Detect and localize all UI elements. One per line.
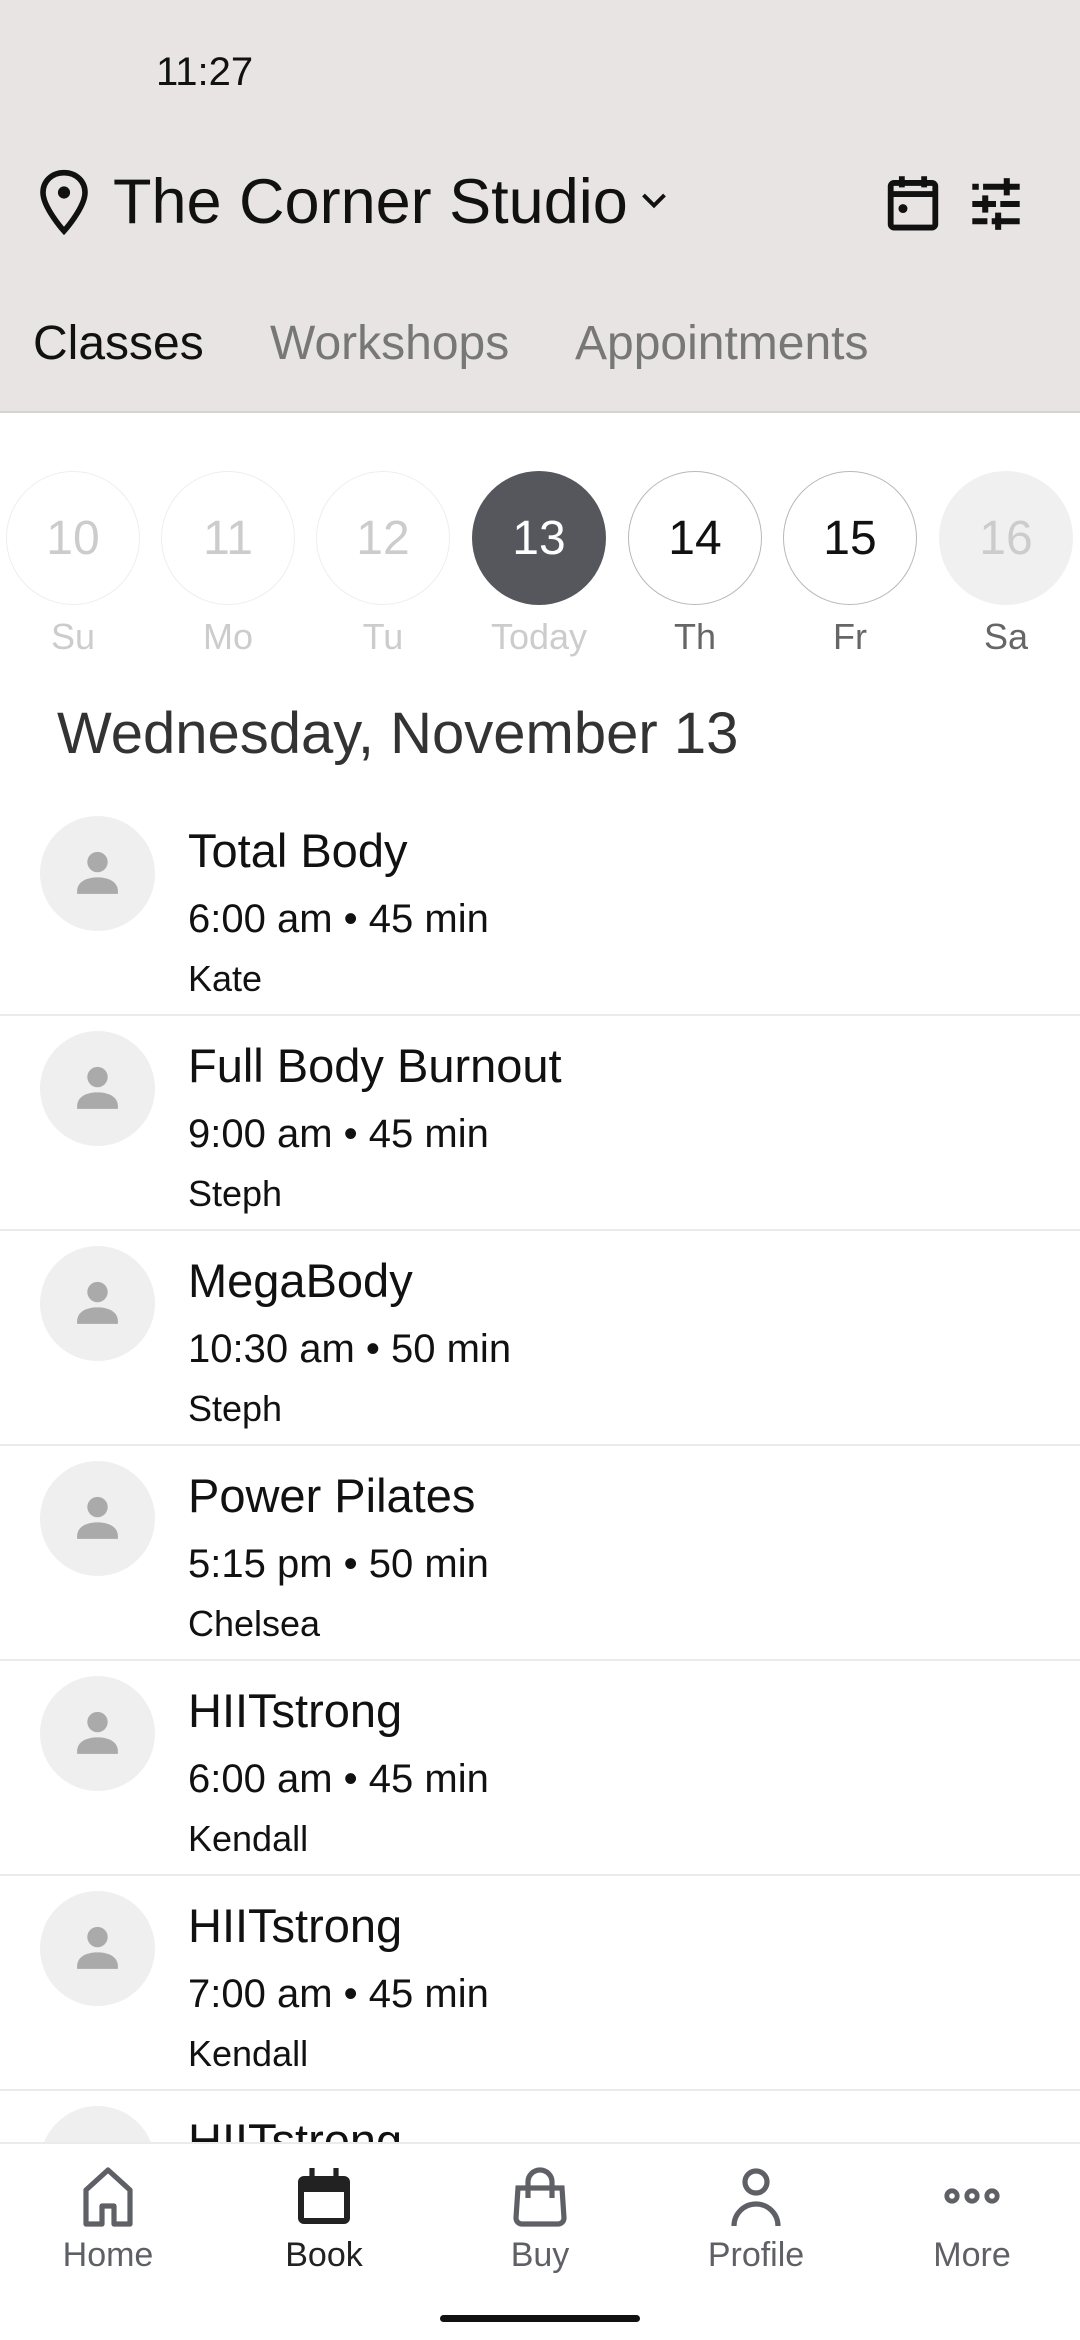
day-11[interactable]: 11 <box>161 471 295 605</box>
day-label: Sa <box>983 616 1029 657</box>
nav-more[interactable]: More <box>864 2144 1080 2294</box>
class-name: MegaBody <box>188 1254 413 1307</box>
instructor-avatar <box>40 816 155 931</box>
instructor-avatar <box>40 1461 155 1576</box>
person-icon <box>731 2168 781 2227</box>
class-time: 10:30 am • 50 min <box>188 1327 512 1371</box>
class-name: Full Body Burnout <box>188 1039 562 1092</box>
home-indicator[interactable] <box>440 2315 640 2322</box>
class-time: 6:00 am • 45 min <box>188 897 489 941</box>
day-15[interactable]: 15 <box>783 471 917 605</box>
day-label: Tu <box>362 616 404 657</box>
day-14[interactable]: 14 <box>628 471 762 605</box>
class-time: 5:15 pm • 50 min <box>188 1542 489 1586</box>
instructor-avatar <box>40 1246 155 1361</box>
class-time: 7:00 am • 45 min <box>188 1972 489 2016</box>
day-label: Today <box>490 616 588 657</box>
class-instructor: Kendall <box>188 1818 309 1859</box>
instructor-avatar <box>40 1891 155 2006</box>
instructor-avatar <box>40 1031 155 1146</box>
day-10[interactable]: 10 <box>6 471 140 605</box>
class-name: HIITstrong <box>188 1899 403 1952</box>
more-dots-icon <box>944 2188 1000 2204</box>
class-instructor: Steph <box>188 1388 283 1429</box>
class-instructor: Steph <box>188 1173 283 1214</box>
class-name: Power Pilates <box>188 1469 476 1522</box>
bottom-nav: Home Book Buy Profile More <box>0 2142 1080 2340</box>
class-instructor: Kate <box>188 958 263 999</box>
class-list-item[interactable]: Full Body Burnout 9:00 am • 45 min Steph <box>0 1016 1080 1231</box>
class-instructor: Chelsea <box>188 1603 321 1644</box>
instructor-avatar <box>40 1676 155 1791</box>
calendar-icon <box>298 2168 350 2224</box>
day-12[interactable]: 12 <box>316 471 450 605</box>
class-time: 6:00 am • 45 min <box>188 1757 489 1801</box>
day-16[interactable]: 16 <box>939 471 1073 605</box>
class-name: HIITstrong <box>188 1684 403 1737</box>
nav-buy[interactable]: Buy <box>432 2144 648 2294</box>
map-pin-icon[interactable] <box>36 168 92 238</box>
tab-classes[interactable]: Classes <box>33 316 204 371</box>
tab-appointments[interactable]: Appointments <box>575 316 869 371</box>
status-time: 11:27 <box>156 50 254 94</box>
person-placeholder-icon <box>77 1926 118 1969</box>
chevron-down-icon[interactable] <box>636 186 672 216</box>
class-name: Total Body <box>188 824 408 877</box>
person-placeholder-icon <box>77 1711 118 1754</box>
class-list-item[interactable]: HIITstrong 7:00 am • 45 min Kendall <box>0 1876 1080 2091</box>
filter-sliders-icon[interactable] <box>968 178 1024 230</box>
nav-home[interactable]: Home <box>0 2144 216 2294</box>
day-13-selected[interactable]: 13 <box>472 471 606 605</box>
day-label: Fr <box>833 616 867 657</box>
selected-date-heading: Wednesday, November 13 <box>57 701 739 766</box>
nav-label: Book <box>285 2236 363 2274</box>
class-list-item[interactable]: HIITstrong 6:00 am • 45 min Kendall <box>0 1661 1080 1876</box>
person-placeholder-icon <box>77 851 118 894</box>
class-list-item[interactable]: Total Body 6:00 am • 45 min Kate <box>0 801 1080 1016</box>
person-placeholder-icon <box>77 1281 118 1324</box>
nav-label: Buy <box>510 2236 570 2274</box>
person-placeholder-icon <box>77 1496 118 1539</box>
class-time: 9:00 am • 45 min <box>188 1112 489 1156</box>
nav-profile[interactable]: Profile <box>648 2144 864 2294</box>
day-label: Mo <box>202 616 253 657</box>
nav-label: Profile <box>707 2236 805 2274</box>
class-list-item[interactable]: MegaBody 10:30 am • 50 min Steph <box>0 1231 1080 1446</box>
nav-label: More <box>933 2236 1011 2274</box>
nav-label: Home <box>62 2236 154 2274</box>
day-label: Su <box>50 616 96 657</box>
day-label: Th <box>673 616 716 657</box>
class-instructor: Kendall <box>188 2033 309 2074</box>
home-icon <box>83 2167 133 2227</box>
class-list-item[interactable]: Power Pilates 5:15 pm • 50 min Chelsea <box>0 1446 1080 1661</box>
calendar-icon[interactable] <box>886 174 940 232</box>
shopping-bag-icon <box>513 2167 567 2227</box>
tab-workshops[interactable]: Workshops <box>270 316 509 371</box>
nav-book[interactable]: Book <box>216 2144 432 2294</box>
person-placeholder-icon <box>77 1066 118 1109</box>
app-header: 11:27 The Corner Studio Classes Workshop… <box>0 0 1080 413</box>
studio-name[interactable]: The Corner Studio <box>113 166 628 238</box>
